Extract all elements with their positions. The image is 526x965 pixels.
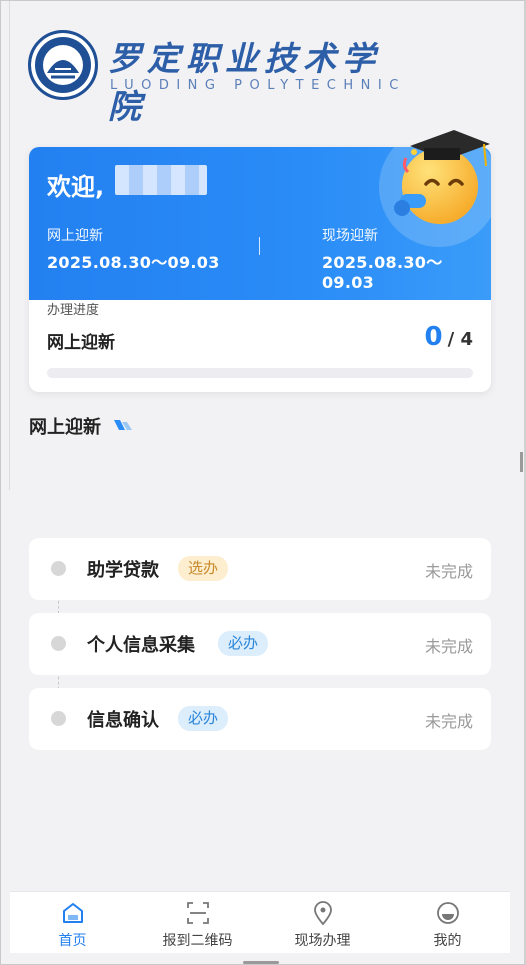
left-edge-line: [9, 0, 10, 490]
progress-section: 办理进度 网上迎新 0 / 4: [47, 299, 473, 378]
home-icon: [62, 903, 83, 923]
progress-row: 网上迎新 0 / 4: [47, 322, 473, 358]
tab-checkin-qrcode[interactable]: 报到二维码: [135, 892, 260, 954]
welcome-greeting: 欢迎,: [47, 173, 105, 201]
step-tag-required: 必办: [218, 631, 269, 656]
online-period-dates: 2025.08.30～09.03: [47, 253, 220, 272]
step-dot: [51, 561, 66, 576]
tab-onsite[interactable]: 现场办理: [260, 892, 385, 954]
step-dot: [51, 711, 66, 726]
profile-icon: [436, 902, 459, 924]
school-logo: 罗定职业技术学院 LUODING POLYTECHNIC: [28, 28, 408, 126]
tab-label: 首页: [58, 933, 87, 949]
progress-done: 0: [424, 322, 443, 352]
scroll-indicator: [520, 452, 523, 472]
onsite-period: 现场迎新 2025.08.30～09.03: [322, 225, 491, 292]
step-dot: [51, 636, 66, 651]
home-indicator: [243, 961, 279, 964]
progress-title: 办理进度: [47, 303, 100, 318]
tab-home[interactable]: 首页: [10, 892, 135, 954]
step-name: 信息确认: [87, 710, 159, 731]
progress-count: 0 / 4: [424, 322, 473, 352]
tab-label: 现场办理: [294, 933, 351, 949]
section-decoration-icon: [114, 420, 132, 430]
step-status: 未完成: [424, 562, 473, 581]
step-status: 未完成: [424, 712, 473, 731]
onsite-period-label: 现场迎新: [322, 228, 378, 244]
online-period: 网上迎新 2025.08.30～09.03: [47, 225, 220, 273]
step-info-confirm[interactable]: 信息确认 必办 未完成: [29, 688, 491, 750]
tab-label: 报到二维码: [162, 933, 233, 949]
step-status: 未完成: [424, 637, 473, 656]
scan-icon: [186, 902, 209, 924]
school-name-en: LUODING POLYTECHNIC: [110, 78, 406, 93]
blurred-user-name: [115, 165, 207, 195]
tab-profile[interactable]: 我的: [385, 892, 510, 954]
period-divider: [259, 237, 260, 255]
tab-label: 我的: [433, 933, 462, 949]
step-personal-info[interactable]: 个人信息采集 必办 未完成: [29, 613, 491, 675]
online-period-label: 网上迎新: [47, 228, 103, 244]
step-tag-required: 必办: [178, 706, 229, 731]
step-tag-optional: 选办: [178, 556, 229, 581]
onsite-period-dates: 2025.08.30～09.03: [322, 253, 443, 292]
progress-bar: [47, 368, 473, 378]
graduation-mascot-icon: [394, 130, 490, 224]
step-student-loan[interactable]: 助学贷款 选办 未完成: [29, 538, 491, 600]
progress-total: / 4: [447, 329, 473, 350]
location-icon: [313, 901, 332, 926]
bottom-tab-bar: 首页 报到二维码 现场办理 我的: [10, 891, 510, 953]
progress-name: 网上迎新: [47, 333, 115, 353]
school-seal-icon: [28, 30, 98, 100]
step-name: 助学贷款: [87, 560, 159, 581]
section-title: 网上迎新: [29, 417, 101, 438]
step-name: 个人信息采集: [87, 635, 195, 656]
